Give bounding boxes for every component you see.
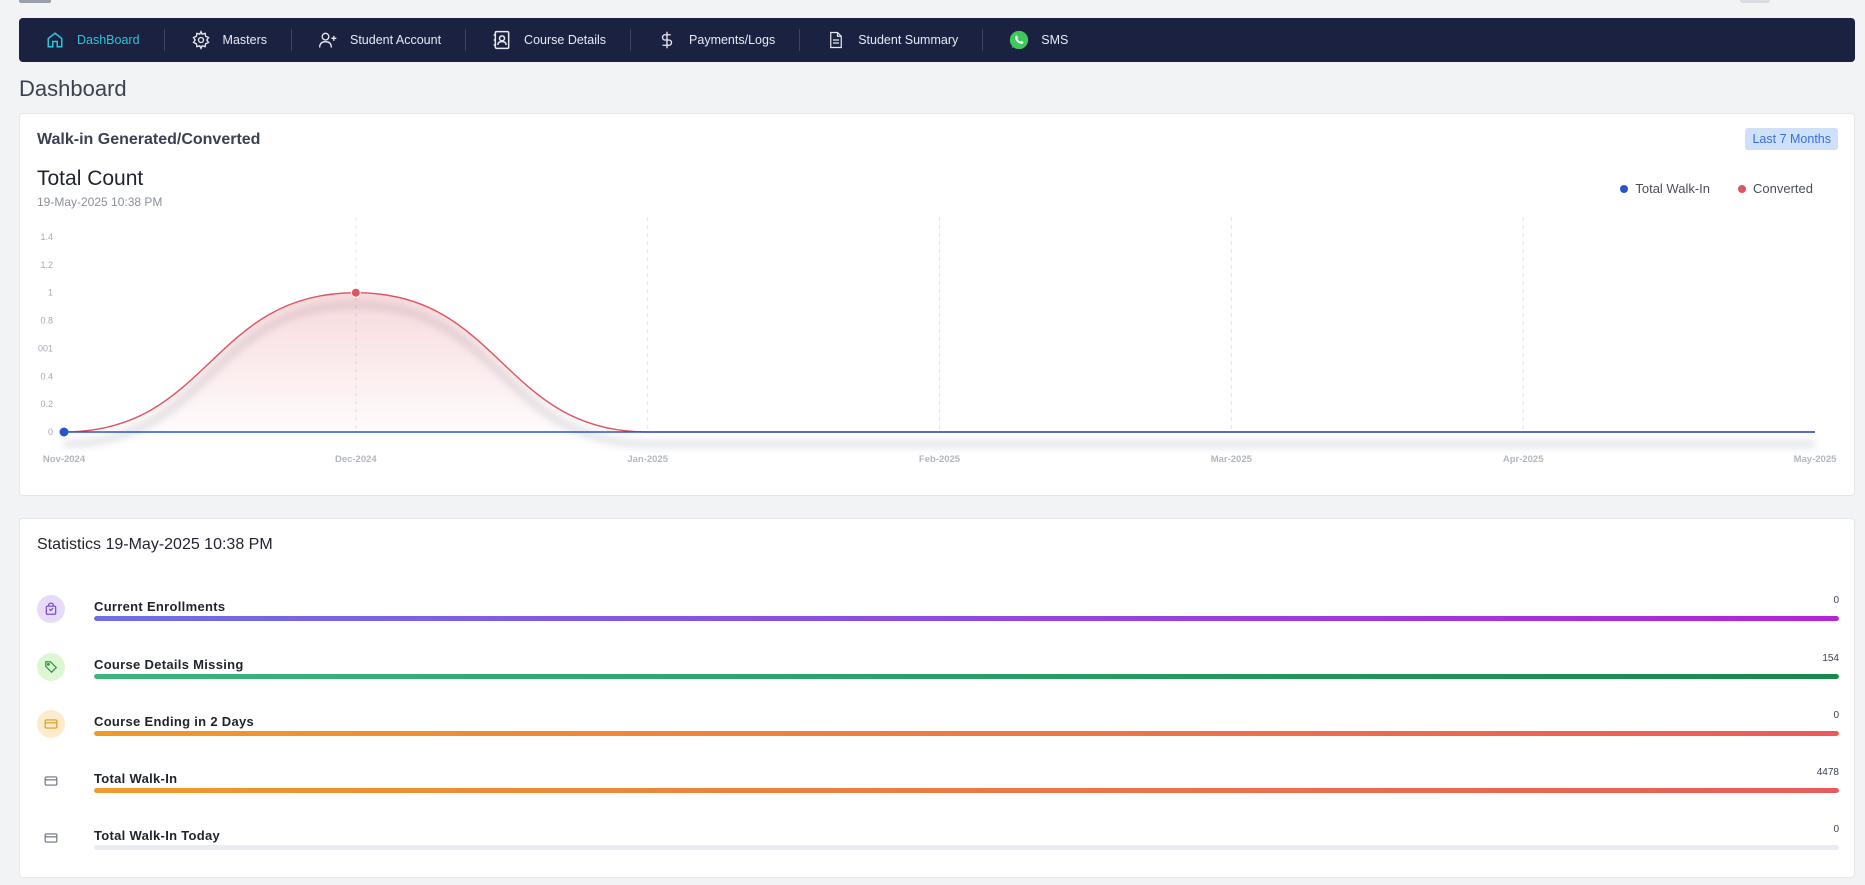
- nav-divider: [465, 29, 467, 51]
- nav-item-payments-logs[interactable]: Payments/Logs: [655, 18, 775, 62]
- stat-row: Course Details Missing 154: [37, 649, 1839, 689]
- y-tick-label: 0: [48, 427, 53, 437]
- walkin-point: [59, 427, 69, 437]
- x-tick-label: Feb-2025: [919, 454, 961, 465]
- nav-divider: [982, 29, 984, 51]
- stat-progress-track: [94, 731, 1839, 736]
- stat-label: Current Enrollments: [94, 599, 226, 614]
- stat-progress-fill: [94, 616, 1839, 621]
- stat-progress-fill: [94, 731, 1839, 736]
- card-icon: [37, 710, 65, 738]
- walkin-chart-card: Walk-in Generated/Converted Last 7 Month…: [19, 113, 1855, 496]
- stat-row: Total Walk-In Today 0: [37, 820, 1839, 860]
- tag-icon: [37, 653, 65, 681]
- stat-value: 0: [1833, 710, 1839, 721]
- stat-value: 0: [1833, 824, 1839, 835]
- nav-item-label: Masters: [222, 33, 267, 47]
- y-tick-label: 001: [38, 343, 53, 353]
- nav-item-dashboard[interactable]: DashBoard: [43, 18, 140, 62]
- converted-point: [350, 287, 361, 298]
- x-tick-label: Dec-2024: [335, 454, 377, 465]
- stat-label: Course Details Missing: [94, 657, 244, 672]
- main-navbar: DashBoard Masters Student Account Course…: [19, 18, 1855, 62]
- whatsapp-icon: [1007, 28, 1031, 52]
- nav-item-course-details[interactable]: Course Details: [490, 18, 606, 62]
- avatar[interactable]: [1740, 0, 1770, 3]
- stat-progress-track: [94, 845, 1839, 850]
- menu-toggle-sliver[interactable]: [19, 0, 51, 3]
- x-tick-label: Apr-2025: [1503, 454, 1544, 465]
- stat-label: Total Walk-In: [94, 771, 178, 786]
- stat-value: 0: [1833, 595, 1839, 606]
- add-user-icon: [316, 28, 340, 52]
- nav-divider: [799, 29, 801, 51]
- card-icon: [37, 824, 65, 852]
- y-tick-label: 1.2: [40, 260, 53, 270]
- card-icon: [37, 767, 65, 795]
- stat-row: Total Walk-In 4478: [37, 763, 1839, 803]
- stat-label: Course Ending in 2 Days: [94, 714, 255, 729]
- home-icon: [43, 28, 67, 52]
- dollar-icon: [655, 28, 679, 52]
- nav-divider: [163, 29, 165, 51]
- stat-progress-track: [94, 788, 1839, 793]
- stat-row: Course Ending in 2 Days 0: [37, 706, 1839, 746]
- nav-item-label: Payments/Logs: [689, 33, 776, 47]
- stat-label: Total Walk-In Today: [94, 828, 221, 843]
- x-tick-label: Jan-2025: [627, 454, 668, 465]
- y-tick-label: 1: [48, 288, 53, 298]
- x-tick-label: Nov-2024: [43, 454, 86, 465]
- stat-progress-fill: [94, 788, 1839, 793]
- x-tick-label: Mar-2025: [1211, 454, 1253, 465]
- stat-progress-fill: [94, 674, 1839, 679]
- nav-item-label: Student Summary: [858, 33, 959, 47]
- stat-value: 4478: [1816, 767, 1839, 778]
- nav-item-label: SMS: [1041, 33, 1069, 47]
- page-title: Dashboard: [19, 76, 127, 101]
- statistics-card: Statistics 19-May-2025 10:38 PM Current …: [19, 518, 1855, 878]
- walkin-chart: 0 0.2 0.4 001 0.8 1 1.2 1.4 Nov-2024 Dec-2024 Jan-…: [38, 217, 1837, 465]
- contact-book-icon: [490, 28, 514, 52]
- y-tick-label: 0.4: [40, 371, 53, 381]
- nav-item-label: Course Details: [524, 33, 607, 47]
- stat-progress-track: [94, 616, 1839, 621]
- stats-title: Statistics 19-May-2025 10:38 PM: [37, 536, 273, 553]
- stat-value: 154: [1822, 653, 1839, 664]
- nav-item-sms[interactable]: SMS: [1007, 18, 1068, 62]
- stat-progress-track: [94, 674, 1839, 679]
- nav-item-label: Student Account: [350, 33, 442, 47]
- nav-divider: [291, 29, 292, 51]
- gear-icon: [189, 28, 213, 52]
- nav-item-student-summary[interactable]: Student Summary: [824, 18, 958, 62]
- y-tick-label: 0.2: [40, 399, 53, 409]
- nav-divider: [630, 29, 632, 51]
- x-tick-label: May-2025: [1794, 454, 1837, 465]
- stat-row: Current Enrollments 0: [37, 591, 1839, 631]
- y-tick-label: 0.8: [40, 316, 53, 326]
- nav-item-student-account[interactable]: Student Account: [316, 18, 441, 62]
- nav-item-masters[interactable]: Masters: [189, 18, 267, 62]
- nav-item-label: DashBoard: [77, 33, 140, 47]
- document-icon: [824, 28, 848, 52]
- y-tick-label: 1.4: [40, 232, 53, 242]
- bag-icon: [37, 595, 65, 623]
